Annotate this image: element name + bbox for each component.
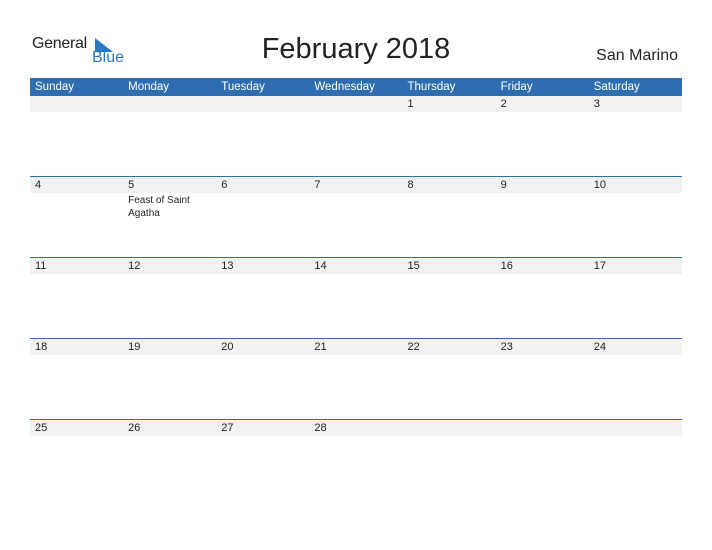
day-number <box>30 96 124 112</box>
day-cell: 25 <box>30 419 124 501</box>
day-cell <box>495 419 589 501</box>
day-cell: 12 <box>123 257 217 339</box>
day-number: 8 <box>402 176 496 193</box>
day-number: 24 <box>588 338 682 355</box>
day-cell: 5 Feast of Saint Agatha <box>123 176 217 258</box>
day-cell: 13 <box>216 257 310 339</box>
week-row: 11 12 13 14 15 16 17 <box>30 256 682 339</box>
day-number: 16 <box>495 257 589 274</box>
day-number: 9 <box>495 176 589 193</box>
weekday-wednesday: Wednesday <box>314 81 375 93</box>
day-cell <box>309 96 403 177</box>
day-number: 4 <box>30 176 124 193</box>
weekday-header: Sunday Monday Tuesday Wednesday Thursday… <box>30 78 682 96</box>
weekday-friday: Friday <box>500 81 533 93</box>
day-cell: 9 <box>495 176 589 258</box>
day-cell <box>123 96 217 177</box>
day-number: 27 <box>216 419 310 436</box>
day-cell: 3 <box>588 96 682 177</box>
day-number <box>588 419 682 436</box>
day-cell <box>216 96 310 177</box>
day-cell: 28 <box>309 419 403 501</box>
day-number <box>123 96 217 112</box>
day-cell: 1 <box>402 96 496 177</box>
day-number: 22 <box>402 338 496 355</box>
day-number <box>495 419 589 436</box>
day-number: 25 <box>30 419 124 436</box>
day-number: 12 <box>123 257 217 274</box>
week-row: 4 5 Feast of Saint Agatha 6 7 8 9 10 <box>30 175 682 258</box>
day-cell: 20 <box>216 338 310 420</box>
day-cell: 22 <box>402 338 496 420</box>
day-cell: 4 <box>30 176 124 258</box>
weekday-thursday: Thursday <box>407 81 456 93</box>
day-number: 15 <box>402 257 496 274</box>
day-number: 11 <box>30 257 124 274</box>
day-cell: 26 <box>123 419 217 501</box>
week-row: 25 26 27 28 <box>30 418 682 501</box>
day-cell: 21 <box>309 338 403 420</box>
day-number: 28 <box>309 419 403 436</box>
day-number: 6 <box>216 176 310 193</box>
day-cell: 6 <box>216 176 310 258</box>
day-cell <box>402 419 496 501</box>
day-cell: 24 <box>588 338 682 420</box>
day-cell: 7 <box>309 176 403 258</box>
day-cell: 2 <box>495 96 589 177</box>
day-cell: 14 <box>309 257 403 339</box>
week-row: 18 19 20 21 22 23 24 <box>30 337 682 420</box>
day-cell: 18 <box>30 338 124 420</box>
day-cell: 10 <box>588 176 682 258</box>
day-cell: 8 <box>402 176 496 258</box>
day-number: 10 <box>588 176 682 193</box>
day-cell: 23 <box>495 338 589 420</box>
day-number: 21 <box>309 338 403 355</box>
day-number: 1 <box>402 96 496 112</box>
day-number <box>309 96 403 112</box>
day-number: 3 <box>588 96 682 112</box>
day-number: 26 <box>123 419 217 436</box>
day-number: 19 <box>123 338 217 355</box>
day-number: 2 <box>495 96 589 112</box>
day-number: 18 <box>30 338 124 355</box>
day-number: 14 <box>309 257 403 274</box>
day-cell: 16 <box>495 257 589 339</box>
day-cell: 11 <box>30 257 124 339</box>
weekday-tuesday: Tuesday <box>221 81 265 93</box>
day-number: 20 <box>216 338 310 355</box>
day-cell: 27 <box>216 419 310 501</box>
day-number: 13 <box>216 257 310 274</box>
weekday-monday: Monday <box>128 81 170 93</box>
day-number: 5 <box>123 176 217 193</box>
week-row: 123 <box>30 96 682 177</box>
day-cell: 19 <box>123 338 217 420</box>
weekday-sunday: Sunday <box>35 81 75 93</box>
day-cell: 17 <box>588 257 682 339</box>
day-cell: 15 <box>402 257 496 339</box>
day-cell <box>588 419 682 501</box>
day-number: 7 <box>309 176 403 193</box>
day-number: 23 <box>495 338 589 355</box>
weekday-saturday: Saturday <box>593 81 640 93</box>
day-cell <box>30 96 124 177</box>
day-number <box>216 96 310 112</box>
holiday-event: Feast of Saint Agatha <box>128 194 190 219</box>
country-label: San Marino <box>596 47 678 64</box>
day-number <box>402 419 496 436</box>
day-number: 17 <box>588 257 682 274</box>
